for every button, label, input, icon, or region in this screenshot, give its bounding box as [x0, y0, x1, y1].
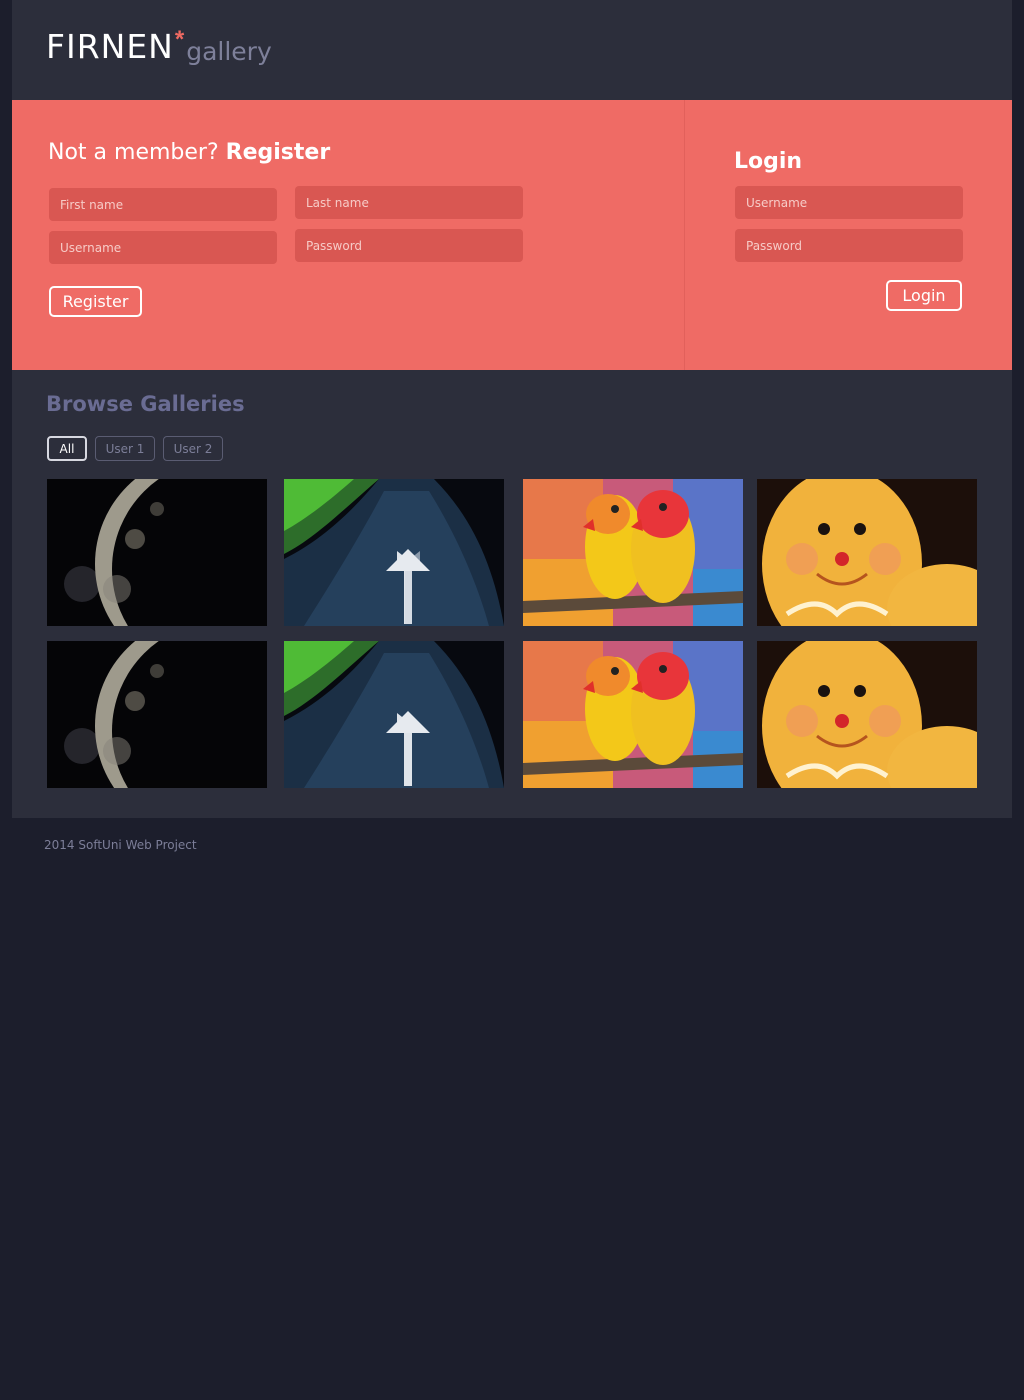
moon-image [47, 479, 267, 626]
filter-all[interactable]: All [47, 436, 87, 461]
logo[interactable]: FIRNEN * gallery [46, 26, 272, 66]
register-last-name-input[interactable] [295, 186, 523, 219]
gallery-thumb-parrots[interactable] [523, 641, 743, 788]
register-heading-bold: Register [225, 140, 331, 165]
gallery-thumb-gingerbread[interactable] [757, 479, 977, 626]
parrots-image [523, 641, 743, 788]
road-arrow-image [284, 479, 504, 626]
gallery-thumb-moon[interactable] [47, 479, 267, 626]
auth-panel: Not a member? Register Register Login Lo… [12, 100, 1012, 370]
filter-user-2[interactable]: User 2 [163, 436, 223, 461]
gingerbread-image [757, 641, 977, 788]
register-heading: Not a member? Register [48, 140, 330, 165]
parrots-image [523, 479, 743, 626]
browse-section: Browse Galleries All User 1 User 2 [12, 370, 1012, 818]
logo-text: FIRNEN [46, 27, 174, 66]
gallery-thumb-road-arrow[interactable] [284, 641, 504, 788]
register-button[interactable]: Register [49, 286, 142, 317]
panel-divider [684, 100, 685, 370]
gingerbread-image [757, 479, 977, 626]
login-button[interactable]: Login [886, 280, 962, 311]
gallery-thumb-road-arrow[interactable] [284, 479, 504, 626]
filter-user-1[interactable]: User 1 [95, 436, 155, 461]
gallery-thumb-moon[interactable] [47, 641, 267, 788]
header: FIRNEN * gallery [12, 0, 1012, 100]
road-arrow-image [284, 641, 504, 788]
login-username-input[interactable] [735, 186, 963, 219]
logo-subtitle: gallery [186, 37, 272, 66]
moon-image [47, 641, 267, 788]
browse-title: Browse Galleries [46, 392, 245, 416]
register-password-input[interactable] [295, 229, 523, 262]
gallery-thumb-parrots[interactable] [523, 479, 743, 626]
login-heading: Login [734, 149, 803, 174]
gallery-thumb-gingerbread[interactable] [757, 641, 977, 788]
logo-star: * [174, 26, 185, 53]
register-username-input[interactable] [49, 231, 277, 264]
register-heading-prefix: Not a member? [48, 140, 219, 165]
login-password-input[interactable] [735, 229, 963, 262]
register-first-name-input[interactable] [49, 188, 277, 221]
footer-text: 2014 SoftUni Web Project [44, 838, 197, 852]
